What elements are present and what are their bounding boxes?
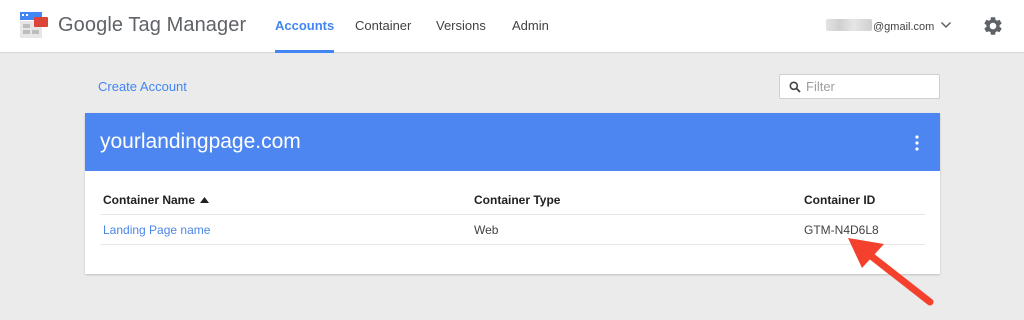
tab-accounts[interactable]: Accounts — [275, 18, 335, 53]
account-title[interactable]: yourlandingpage.com — [100, 130, 301, 154]
column-header-container-name[interactable]: Container Name — [103, 193, 210, 207]
container-type: Web — [474, 223, 499, 237]
filter-input[interactable] — [806, 78, 934, 95]
column-header-container-id[interactable]: Container ID — [804, 193, 875, 207]
column-header-label: Container Name — [103, 193, 196, 207]
redacted-email-blur — [826, 19, 872, 31]
tab-versions[interactable]: Versions — [436, 18, 486, 53]
sort-asc-icon — [200, 197, 210, 203]
account-email[interactable]: @gmail.com — [826, 19, 934, 33]
filter-box[interactable] — [779, 74, 940, 99]
column-header-container-type[interactable]: Container Type — [474, 193, 560, 207]
tab-admin[interactable]: Admin — [512, 18, 549, 53]
gtm-logo-icon[interactable] — [20, 12, 50, 38]
container-id: GTM-N4D6L8 — [804, 223, 879, 237]
table-divider — [100, 244, 925, 245]
account-card-header: yourlandingpage.com — [85, 113, 940, 171]
container-name-link[interactable]: Landing Page name — [103, 223, 210, 237]
gear-icon[interactable] — [982, 15, 1004, 37]
account-email-suffix: @gmail.com — [873, 21, 935, 33]
chevron-down-icon[interactable] — [940, 19, 952, 31]
more-vert-icon[interactable] — [911, 134, 923, 152]
table-divider — [100, 214, 925, 215]
app-title: Google Tag Manager — [58, 14, 247, 36]
search-icon — [789, 81, 801, 93]
account-card: yourlandingpage.com Container Name Conta… — [85, 113, 940, 274]
create-account-link[interactable]: Create Account — [98, 79, 187, 94]
top-bar: Google Tag Manager Accounts Container Ve… — [0, 0, 1024, 53]
tab-container[interactable]: Container — [355, 18, 411, 53]
